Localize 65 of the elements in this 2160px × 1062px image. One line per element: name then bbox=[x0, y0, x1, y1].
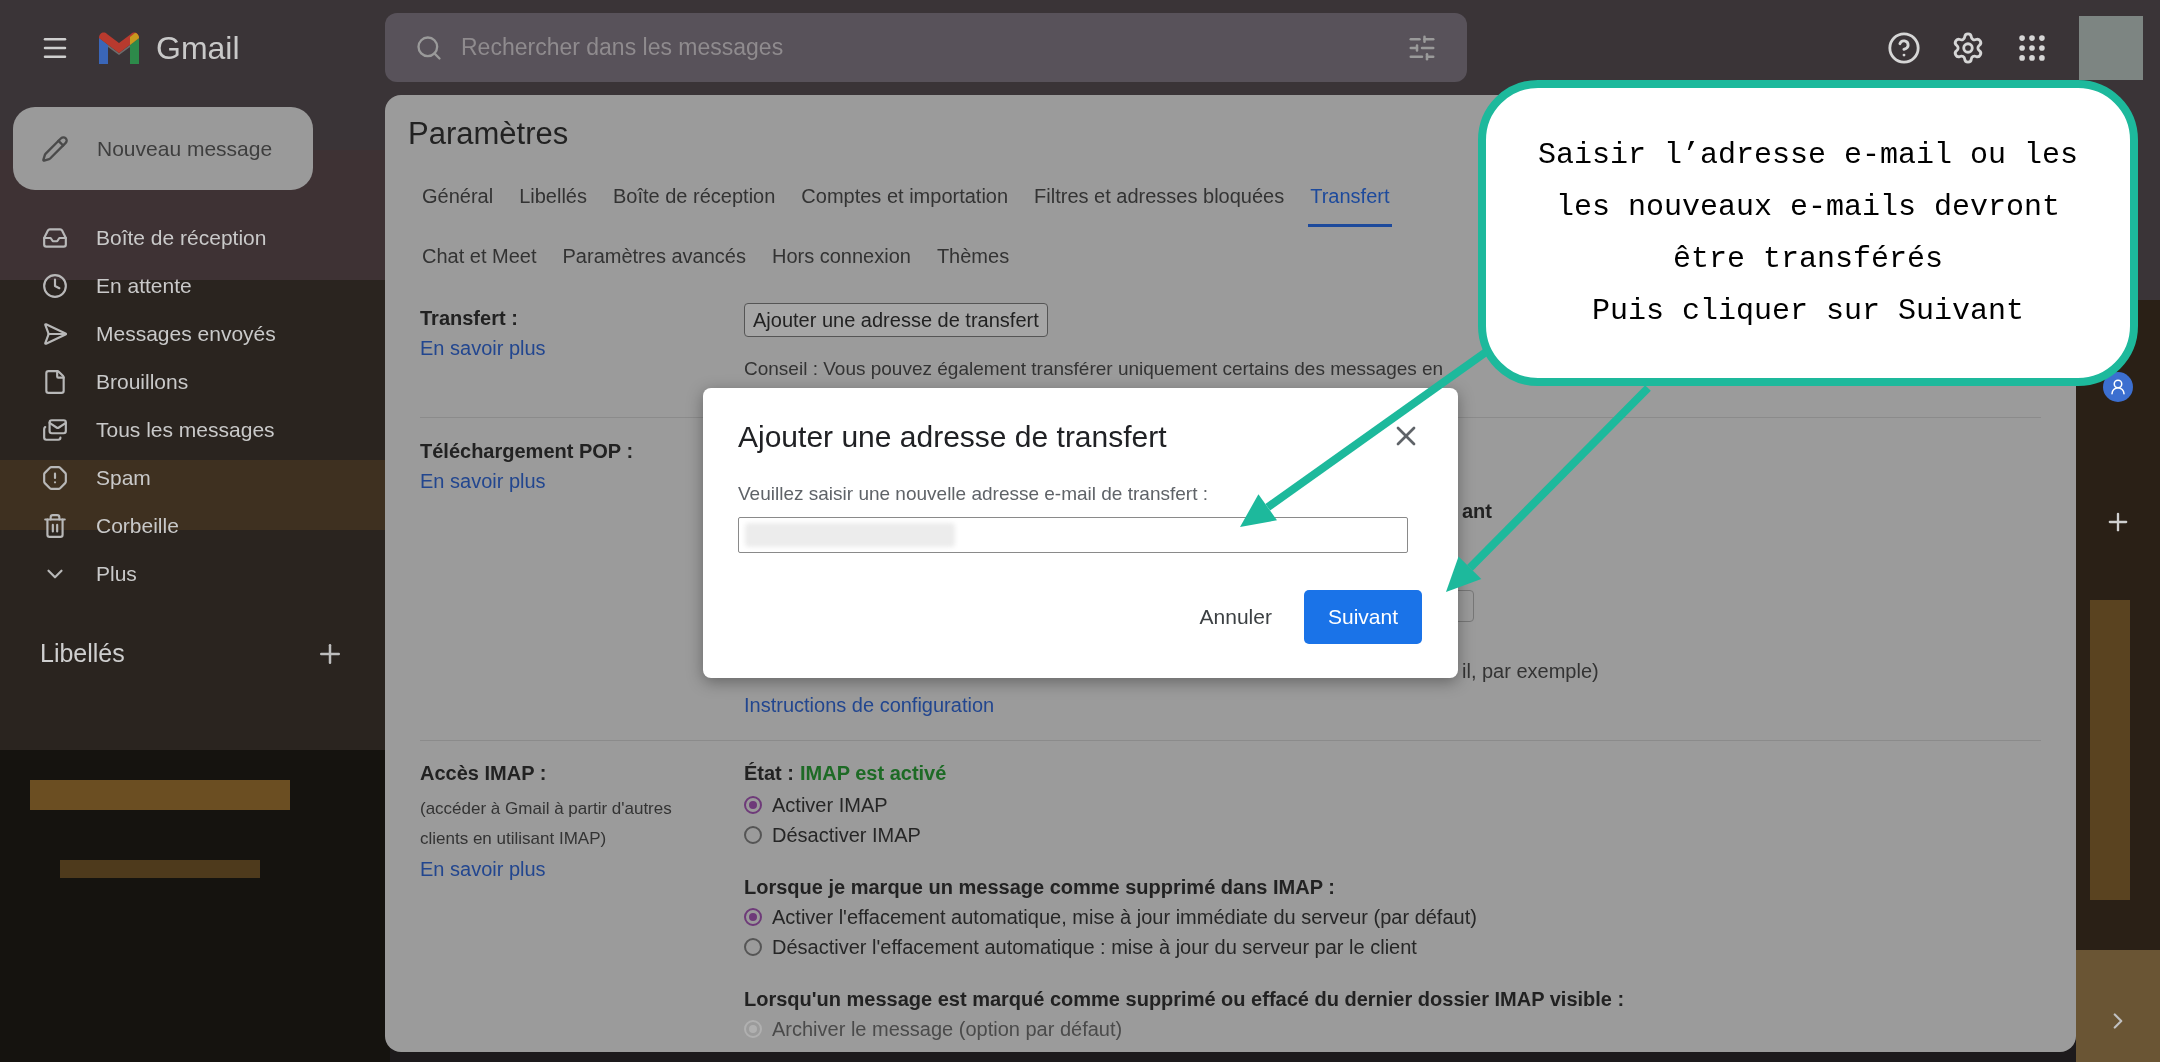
next-button[interactable]: Suivant bbox=[1303, 589, 1422, 644]
tip-text: Conseil : Vous pouvez également transférer uniquement certains des messages en bbox=[744, 357, 1444, 381]
settings-tab[interactable]: Général bbox=[420, 167, 496, 227]
search-input[interactable]: Rechercher dans les messages bbox=[461, 30, 1389, 65]
inbox-icon bbox=[42, 225, 68, 251]
input-field[interactable] bbox=[738, 516, 1408, 553]
settings-tab[interactable]: Hors connexion bbox=[769, 227, 913, 287]
app-name: Gmail bbox=[156, 28, 240, 68]
settings-tab[interactable]: Thèmes bbox=[934, 227, 1012, 287]
nav-item[interactable]: Spam bbox=[0, 454, 385, 502]
callout-text: Saisir l’adresse e-mail ou les les nouveaux e-mails devront être transférés Puis cliquer sur Suivant bbox=[1537, 137, 2079, 330]
radio-label: Archiver le message (option par défaut) bbox=[772, 1016, 1123, 1042]
radio-button[interactable] bbox=[744, 795, 762, 814]
nav-item[interactable]: Corbeille bbox=[0, 502, 385, 550]
search-icon[interactable] bbox=[415, 33, 443, 62]
nav-item[interactable]: Plus bbox=[0, 550, 385, 598]
settings-tab[interactable]: Chat et Meet bbox=[420, 227, 539, 287]
nav-item[interactable]: Boîte de réception bbox=[0, 214, 385, 262]
radio-button[interactable] bbox=[744, 907, 762, 926]
settings-tab[interactable]: Comptes et importation bbox=[799, 167, 1011, 227]
settings-tab[interactable]: Boîte de réception bbox=[611, 167, 778, 227]
document-icon bbox=[42, 369, 68, 395]
settings-tab[interactable]: Paramètres avancés bbox=[560, 227, 748, 287]
setting-label: Téléchargement POP : bbox=[420, 438, 635, 464]
learn-more-link[interactable]: En savoir plus bbox=[420, 853, 744, 884]
settings-icon[interactable] bbox=[1951, 30, 1985, 65]
dialog-title: Ajouter une adresse de transfert bbox=[738, 418, 1167, 455]
radio-button[interactable] bbox=[744, 825, 762, 844]
compose-button[interactable]: Nouveau message bbox=[13, 107, 313, 190]
status-label: État : bbox=[744, 760, 794, 786]
cancel-button[interactable]: Annuler bbox=[1179, 589, 1292, 644]
settings-tab[interactable]: Libellés bbox=[517, 167, 589, 227]
setting-label: Accès IMAP : bbox=[420, 760, 548, 786]
setting-heading: Lorsque je marque un message comme supprimé dans IMAP : bbox=[744, 874, 1336, 900]
nav-item[interactable]: Messages envoyés bbox=[0, 310, 385, 358]
radio-label: Désactiver IMAP bbox=[772, 822, 921, 848]
nav-item[interactable]: Tous les messages bbox=[0, 406, 385, 454]
nav-item[interactable]: Brouillons bbox=[0, 358, 385, 406]
setting-note: (accéder à Gmail à partir d'autres clients en utilisant IMAP) bbox=[420, 797, 673, 850]
settings-tab[interactable]: Filtres et adresses bloquées bbox=[1032, 167, 1287, 227]
setting-heading: ant bbox=[1462, 498, 1492, 524]
search-field[interactable]: Rechercher dans les messages bbox=[385, 13, 1467, 82]
status-value: IMAP est activé bbox=[800, 760, 947, 786]
field-label: Veuillez saisir une nouvelle adresse e-mail de transfert : bbox=[738, 482, 1209, 506]
send-icon bbox=[42, 321, 68, 347]
help-icon[interactable] bbox=[1887, 30, 1921, 65]
radio-label: Activer l'effacement automatique, mise à jour immédiate du serveur (par défaut) bbox=[772, 904, 1477, 930]
envelopes-icon bbox=[42, 417, 68, 443]
nav-item[interactable]: En attente bbox=[0, 262, 385, 310]
warning-icon bbox=[42, 465, 68, 491]
page-title: Paramètres bbox=[408, 116, 569, 151]
section-header: Libellés bbox=[40, 638, 125, 670]
radio-label: Désactiver l'effacement automatique : mise à jour du serveur par le client bbox=[772, 934, 1417, 960]
setting-heading: Lorsqu'un message est marqué comme supprimé ou effacé du dernier dossier IMAP visible : bbox=[744, 986, 1625, 1012]
option-text: il, par exemple) bbox=[1462, 658, 1599, 684]
settings-tab[interactable]: Transfert bbox=[1308, 167, 1392, 227]
add-address-button[interactable]: Ajouter une adresse de transfert bbox=[744, 303, 1048, 337]
radio-button[interactable] bbox=[744, 937, 762, 956]
clock-icon bbox=[42, 273, 68, 299]
radio-label: Activer IMAP bbox=[772, 792, 888, 818]
pencil-icon bbox=[41, 134, 69, 163]
learn-more-link[interactable]: En savoir plus bbox=[420, 333, 744, 363]
instructions-link[interactable]: Instructions de configuration bbox=[744, 689, 995, 720]
trash-icon bbox=[42, 513, 68, 539]
setting-label: Transfert : bbox=[420, 306, 519, 331]
